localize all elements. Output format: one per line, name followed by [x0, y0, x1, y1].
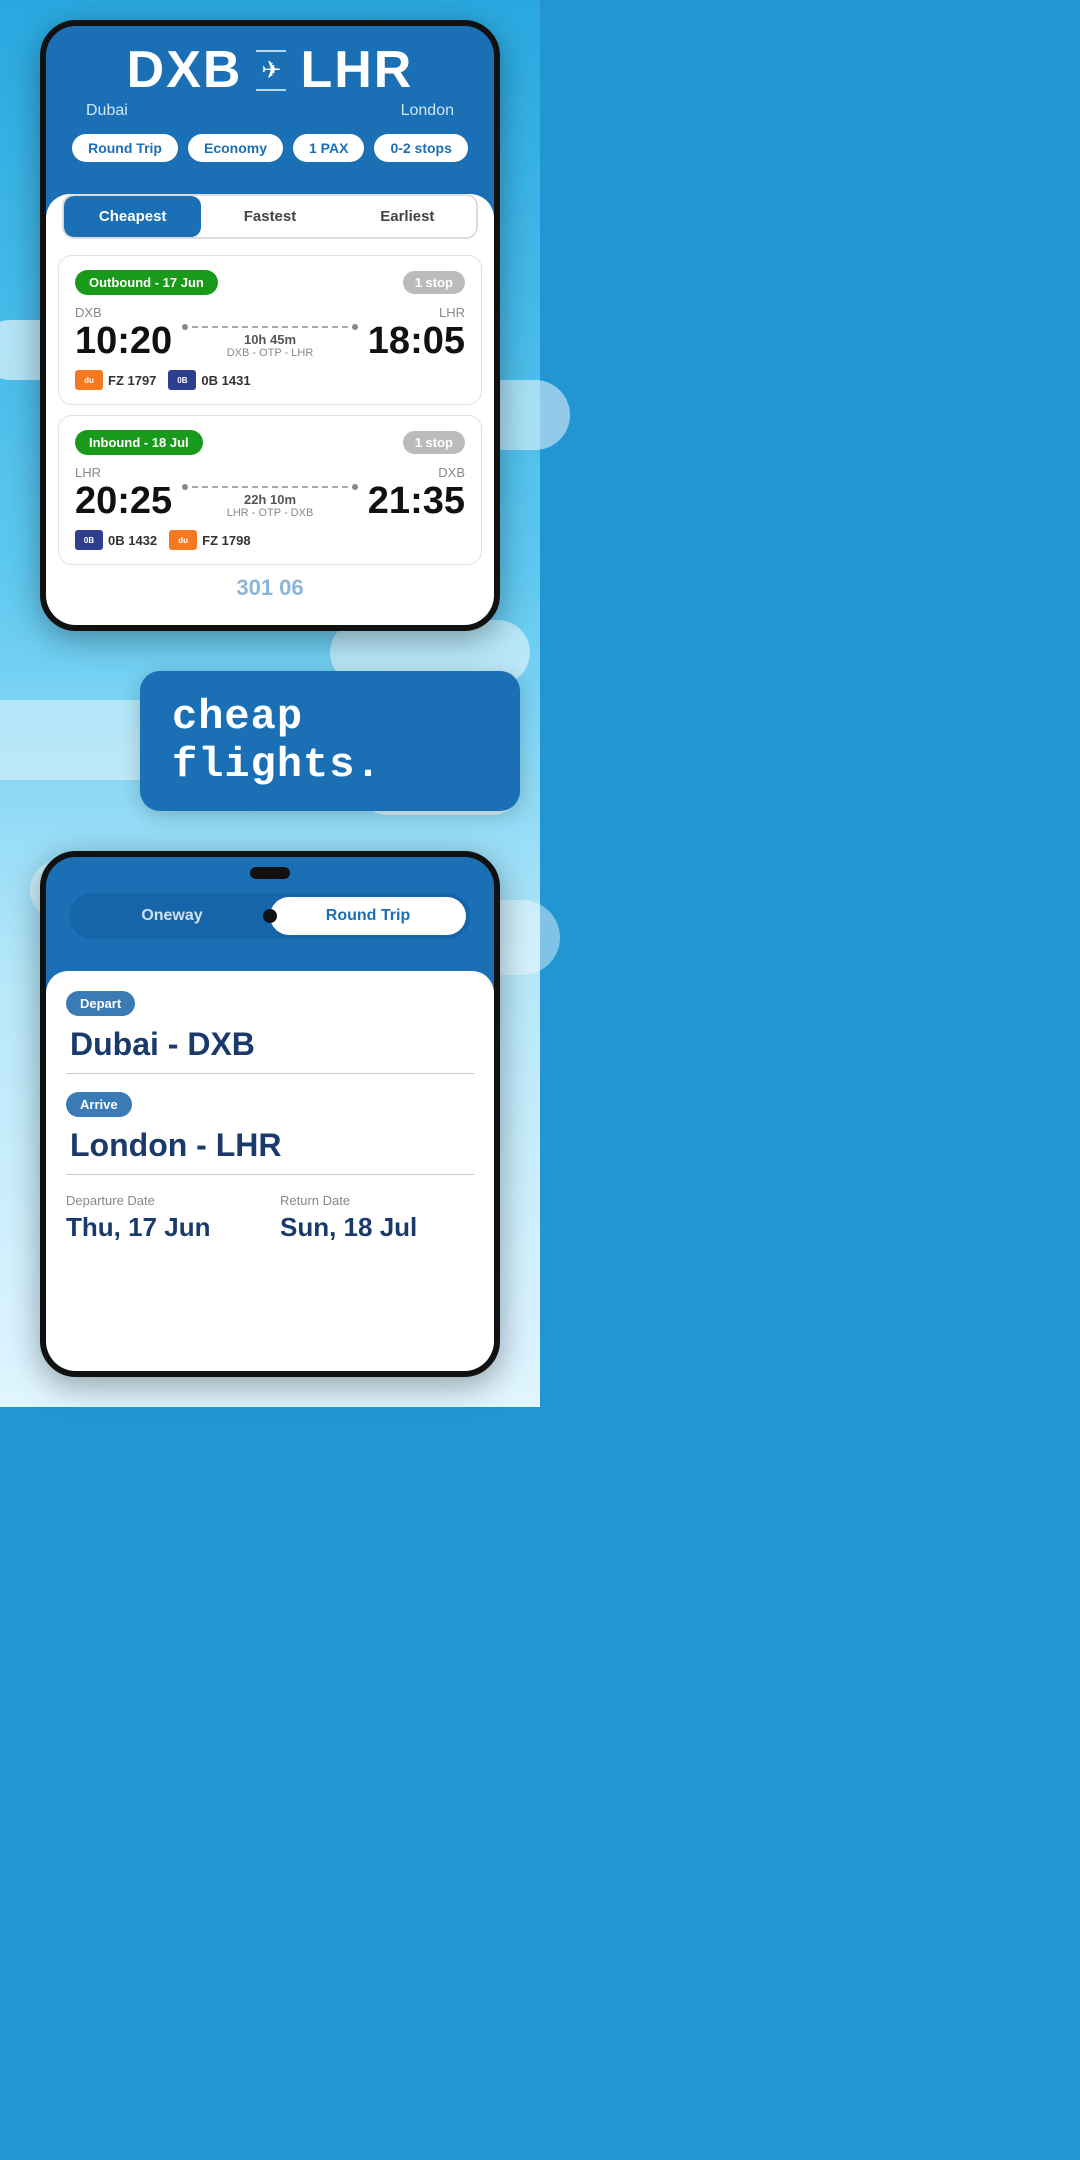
inbound-airline-2: du FZ 1798 — [169, 530, 250, 550]
stops-tag[interactable]: 0-2 stops — [374, 134, 467, 162]
tab-cheapest[interactable]: Cheapest — [64, 196, 201, 237]
dest-city: London — [401, 102, 454, 120]
outbound-dest: LHR — [439, 305, 465, 320]
outbound-label: Outbound - 17 Jun — [75, 270, 218, 295]
inbound-origin: LHR — [75, 465, 101, 480]
origin-code: DXB — [127, 44, 243, 96]
notch — [46, 857, 494, 879]
depart-value[interactable]: Dubai - DXB — [66, 1026, 474, 1074]
outbound-airline-1: du FZ 1797 — [75, 370, 156, 390]
inbound-label: Inbound - 18 Jul — [75, 430, 203, 455]
trip-toggle[interactable]: Oneway Round Trip — [70, 893, 470, 939]
outbound-card[interactable]: Outbound - 17 Jun 1 stop DXB LHR 10:20 — [58, 255, 482, 405]
toggle-roundtrip[interactable]: Round Trip — [270, 897, 466, 935]
tab-earliest[interactable]: Earliest — [339, 196, 476, 237]
price-partial: 301 06 — [46, 575, 494, 605]
departure-date-value[interactable]: Thu, 17 Jun — [66, 1212, 260, 1243]
arrive-value[interactable]: London - LHR — [66, 1127, 474, 1175]
inbound-duration-info: 22h 10m LHR - OTP - DXB — [172, 484, 368, 519]
outbound-route: DXB - OTP - LHR — [182, 347, 358, 359]
inbound-airlines: 0B 0B 1432 du FZ 1798 — [75, 530, 465, 550]
cabin-tag[interactable]: Economy — [188, 134, 283, 162]
inbound-flight-1: 0B 1432 — [108, 533, 157, 548]
depart-field[interactable]: Depart Dubai - DXB — [66, 991, 474, 1074]
promo-bubble: cheap flights. — [140, 671, 520, 811]
dubai-logo-1: du — [75, 370, 103, 390]
tab-fastest[interactable]: Fastest — [201, 196, 338, 237]
pax-tag[interactable]: 1 PAX — [293, 134, 364, 162]
inbound-flight-2: FZ 1798 — [202, 533, 250, 548]
depart-label: Depart — [66, 991, 135, 1016]
outbound-flight-2: 0B 1431 — [201, 373, 250, 388]
return-col[interactable]: Return Date Sun, 18 Jul — [280, 1193, 474, 1243]
origin-city: Dubai — [86, 102, 128, 120]
departure-date-label: Departure Date — [66, 1193, 260, 1208]
inbound-header: Inbound - 18 Jul 1 stop — [75, 430, 465, 455]
inbound-airline-1: 0B 0B 1432 — [75, 530, 157, 550]
phone1: DXB ✈ LHR Dubai London Round Trip Econom… — [40, 20, 500, 631]
outbound-airline-2: 0B 0B 1431 — [168, 370, 250, 390]
sort-tabs: Cheapest Fastest Earliest — [62, 194, 478, 239]
outbound-duration: 10h 45m — [182, 332, 358, 347]
inbound-depart: 20:25 — [75, 482, 172, 520]
outbound-times: 10:20 10h 45m DXB - OTP - LHR 18:05 — [75, 322, 465, 360]
tags-row: Round Trip Economy 1 PAX 0-2 stops — [66, 134, 474, 178]
inbound-card[interactable]: Inbound - 18 Jul 1 stop LHR DXB 20:25 — [58, 415, 482, 565]
outbound-origin: DXB — [75, 305, 102, 320]
inbound-route: LHR - OTP - DXB — [182, 507, 358, 519]
arrive-field[interactable]: Arrive London - LHR — [66, 1092, 474, 1175]
ob-logo-2: 0B — [75, 530, 103, 550]
dubai-logo-2: du — [169, 530, 197, 550]
phone1-header: DXB ✈ LHR Dubai London Round Trip Econom… — [46, 26, 494, 178]
plane-icon: ✈ — [256, 50, 286, 91]
outbound-arrive: 18:05 — [368, 322, 465, 360]
arrive-label: Arrive — [66, 1092, 132, 1117]
promo-section: cheap flights. — [0, 631, 540, 851]
inbound-dest: DXB — [438, 465, 465, 480]
route-row: DXB ✈ LHR — [66, 44, 474, 96]
inbound-duration: 22h 10m — [182, 492, 358, 507]
promo-text: cheap flights. — [172, 693, 382, 789]
outbound-duration-info: 10h 45m DXB - OTP - LHR — [172, 324, 368, 359]
dest-code: LHR — [300, 44, 413, 96]
inbound-stops: 1 stop — [403, 431, 465, 454]
return-date-value[interactable]: Sun, 18 Jul — [280, 1212, 474, 1243]
toggle-oneway[interactable]: Oneway — [74, 897, 270, 935]
search-form: Depart Dubai - DXB Arrive London - LHR D… — [46, 971, 494, 1371]
outbound-stops: 1 stop — [403, 271, 465, 294]
phone1-body: Cheapest Fastest Earliest Outbound - 17 … — [46, 194, 494, 625]
departure-col[interactable]: Departure Date Thu, 17 Jun — [66, 1193, 260, 1243]
ob-logo-1: 0B — [168, 370, 196, 390]
outbound-header: Outbound - 17 Jun 1 stop — [75, 270, 465, 295]
toggle-dot — [263, 909, 277, 923]
date-row: Departure Date Thu, 17 Jun Return Date S… — [66, 1193, 474, 1243]
inbound-arrive: 21:35 — [368, 482, 465, 520]
phone2-header: Oneway Round Trip — [46, 857, 494, 955]
inbound-times: 20:25 22h 10m LHR - OTP - DXB 21:35 — [75, 482, 465, 520]
outbound-airlines: du FZ 1797 0B 0B 1431 — [75, 370, 465, 390]
outbound-depart: 10:20 — [75, 322, 172, 360]
phone2: Oneway Round Trip Depart Dubai - DXB Arr… — [40, 851, 500, 1377]
notch-pill — [250, 867, 290, 879]
city-names: Dubai London — [66, 102, 474, 120]
return-date-label: Return Date — [280, 1193, 474, 1208]
outbound-flight-1: FZ 1797 — [108, 373, 156, 388]
trip-type-tag[interactable]: Round Trip — [72, 134, 178, 162]
